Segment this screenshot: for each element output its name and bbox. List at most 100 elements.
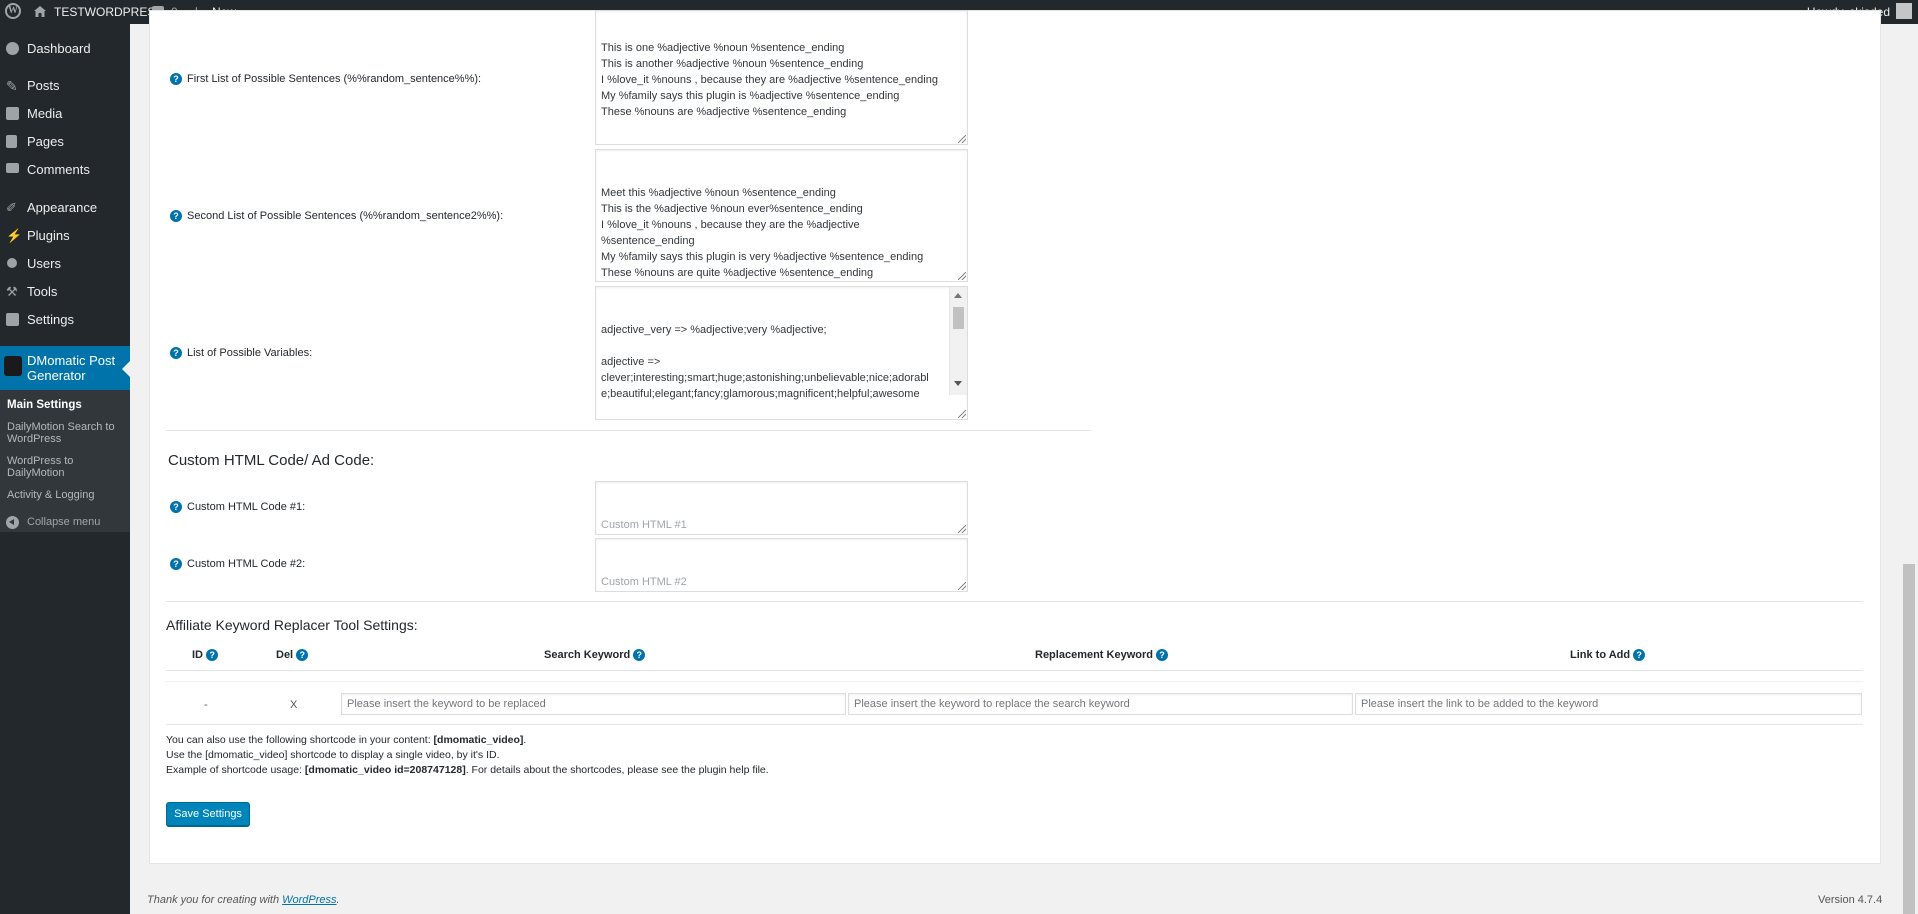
column-header-link-text: Link to Add <box>1570 649 1631 661</box>
row-id: - <box>204 699 208 711</box>
custom-html-1-textarea[interactable]: Custom HTML #1 <box>595 481 968 535</box>
sidebar-item-media[interactable]: Media <box>0 101 130 127</box>
variables-textarea[interactable]: adjective_very => %adjective;very %adjec… <box>595 286 968 420</box>
version-text: Version 4.7.4 <box>1818 894 1883 906</box>
first-sentences-label: ? First List of Possible Sentences (%%ran… <box>170 73 482 86</box>
collapse-menu-button[interactable]: Collapse menu <box>0 511 130 533</box>
resize-handle[interactable] <box>958 135 966 143</box>
custom-html-2-label-text: Custom HTML Code #2: <box>187 558 306 570</box>
save-settings-button[interactable]: Save Settings <box>166 802 250 826</box>
column-header-del-text: Del <box>276 649 294 661</box>
shortcode-note-3: Example of shortcode usage: [dmomatic_vi… <box>166 764 769 776</box>
resize-handle[interactable] <box>958 410 966 418</box>
users-icon <box>7 258 17 268</box>
shortcode-code: [dmomatic_video id=208747128] <box>304 764 466 776</box>
settings-icon <box>6 313 19 326</box>
avatar[interactable] <box>1896 3 1912 19</box>
help-icon[interactable]: ? <box>1633 649 1646 662</box>
delete-row-button[interactable]: X <box>290 699 297 711</box>
submenu-main-settings[interactable]: Main Settings <box>7 399 125 411</box>
page-scrollbar[interactable] <box>1900 24 1918 914</box>
shortcode-note-2: Use the [dmomatic_video] shortcode to di… <box>166 749 500 761</box>
note-text: Example of shortcode usage: <box>166 764 305 776</box>
column-header-search: Search Keyword ? <box>544 649 646 662</box>
column-header-del: Del ? <box>276 649 309 662</box>
second-sentences-textarea[interactable]: Meet this %adjective %noun %sentence_end… <box>595 149 968 282</box>
footer-thanks-text: Thank you for creating with <box>147 894 283 906</box>
sidebar-item-settings[interactable]: Settings <box>0 307 130 333</box>
sidebar-item-plugins[interactable]: ⚡ Plugins <box>0 223 130 249</box>
dmomatic-plugin-icon <box>4 356 22 376</box>
help-icon[interactable]: ? <box>206 649 219 662</box>
sidebar-item-label: Pages <box>27 134 64 149</box>
help-icon[interactable]: ? <box>1156 649 1169 662</box>
footer-thanks-end: . <box>336 894 340 906</box>
help-icon[interactable]: ? <box>170 347 182 360</box>
resize-handle[interactable] <box>958 272 966 280</box>
collapse-menu-label: Collapse menu <box>27 516 101 528</box>
wordpress-link[interactable]: WordPress <box>282 894 336 906</box>
custom-html-2-label: ? Custom HTML Code #2: <box>170 558 306 571</box>
sidebar-item-dmomatic[interactable]: DMomatic Post Generator <box>0 346 130 390</box>
scroll-thumb[interactable] <box>953 307 964 329</box>
help-icon[interactable]: ? <box>170 501 182 514</box>
sidebar-item-label: Comments <box>27 162 90 177</box>
note-text: . <box>523 734 527 746</box>
collapse-arrow-icon <box>6 516 19 529</box>
search-keyword-input[interactable]: Please insert the keyword to be replaced <box>341 693 846 715</box>
sidebar-item-label: Tools <box>27 284 58 299</box>
page-scroll-thumb[interactable] <box>1903 564 1915 914</box>
footer-thanks: Thank you for creating with WordPress. <box>147 894 340 906</box>
scroll-down-arrow-icon[interactable] <box>954 381 962 386</box>
sidebar-item-label: Posts <box>27 78 60 93</box>
textarea-scrollbar[interactable] <box>949 287 967 395</box>
resize-handle[interactable] <box>958 582 966 590</box>
submenu-wordpress-to-dailymotion[interactable]: WordPress to DailyMotion <box>7 455 125 479</box>
divider <box>166 724 1863 725</box>
affiliate-title: Affiliate Keyword Replacer Tool Settings… <box>166 617 418 633</box>
second-sentences-label: ? Second List of Possible Sentences (%%ra… <box>170 210 504 223</box>
column-header-id-text: ID <box>192 649 203 661</box>
pages-icon <box>6 135 17 148</box>
note-text: You can also use the following shortcode… <box>166 734 434 746</box>
column-header-link: Link to Add ? <box>1570 649 1646 662</box>
sidebar-item-comments[interactable]: Comments <box>0 157 130 183</box>
column-header-replacement: Replacement Keyword ? <box>1035 649 1169 662</box>
first-sentences-label-text: First List of Possible Sentences (%%rand… <box>187 73 482 85</box>
admin-sidebar: Dashboard ✎ Posts Media Pages Comments ✐… <box>0 24 130 914</box>
sidebar-item-appearance[interactable]: ✐ Appearance <box>0 195 130 221</box>
help-icon[interactable]: ? <box>296 649 309 662</box>
sidebar-item-label: Dashboard <box>27 41 91 56</box>
custom-html-2-textarea[interactable]: Custom HTML #2 <box>595 538 968 592</box>
sidebar-item-posts[interactable]: ✎ Posts <box>0 73 130 99</box>
sidebar-item-pages[interactable]: Pages <box>0 129 130 155</box>
dashboard-icon <box>6 42 19 55</box>
help-icon[interactable]: ? <box>170 73 182 86</box>
sidebar-item-label: Plugins <box>27 228 70 243</box>
help-icon[interactable]: ? <box>170 210 182 223</box>
sidebar-item-tools[interactable]: ⚒ Tools <box>0 279 130 305</box>
replacement-keyword-input[interactable]: Please insert the keyword to replace the… <box>848 693 1353 715</box>
help-icon[interactable]: ? <box>170 558 182 571</box>
sidebar-item-label: Users <box>27 256 61 271</box>
submenu-activity-logging[interactable]: Activity & Logging <box>7 489 125 501</box>
variables-label: ? List of Possible Variables: <box>170 347 312 360</box>
resize-handle[interactable] <box>958 525 966 533</box>
scroll-up-arrow-icon[interactable] <box>954 293 962 298</box>
shortcode-code: [dmomatic_video] <box>433 734 524 746</box>
sidebar-item-label: Appearance <box>27 200 98 215</box>
second-sentences-label-text: Second List of Possible Sentences (%%ran… <box>187 210 504 222</box>
sidebar-item-users[interactable]: Users <box>0 251 130 277</box>
submenu-dailymotion-search[interactable]: DailyMotion Search to WordPress <box>7 421 125 445</box>
column-header-search-text: Search Keyword <box>544 649 631 661</box>
link-to-add-input[interactable]: Please insert the link to be added to th… <box>1355 693 1862 715</box>
wordpress-logo-icon[interactable]: W <box>5 3 21 19</box>
divider <box>166 601 1863 602</box>
help-icon[interactable]: ? <box>633 649 646 662</box>
first-sentences-textarea[interactable]: This is one %adjective %noun %sentence_e… <box>595 10 968 145</box>
note-text: . For details about the shortcodes, plea… <box>465 764 769 776</box>
variables-text: adjective_very => %adjective;very %adjec… <box>601 324 929 400</box>
site-name-link[interactable]: TESTWORDPRESS <box>54 0 163 24</box>
table-divider <box>166 681 1863 682</box>
sidebar-item-dashboard[interactable]: Dashboard <box>0 36 130 62</box>
